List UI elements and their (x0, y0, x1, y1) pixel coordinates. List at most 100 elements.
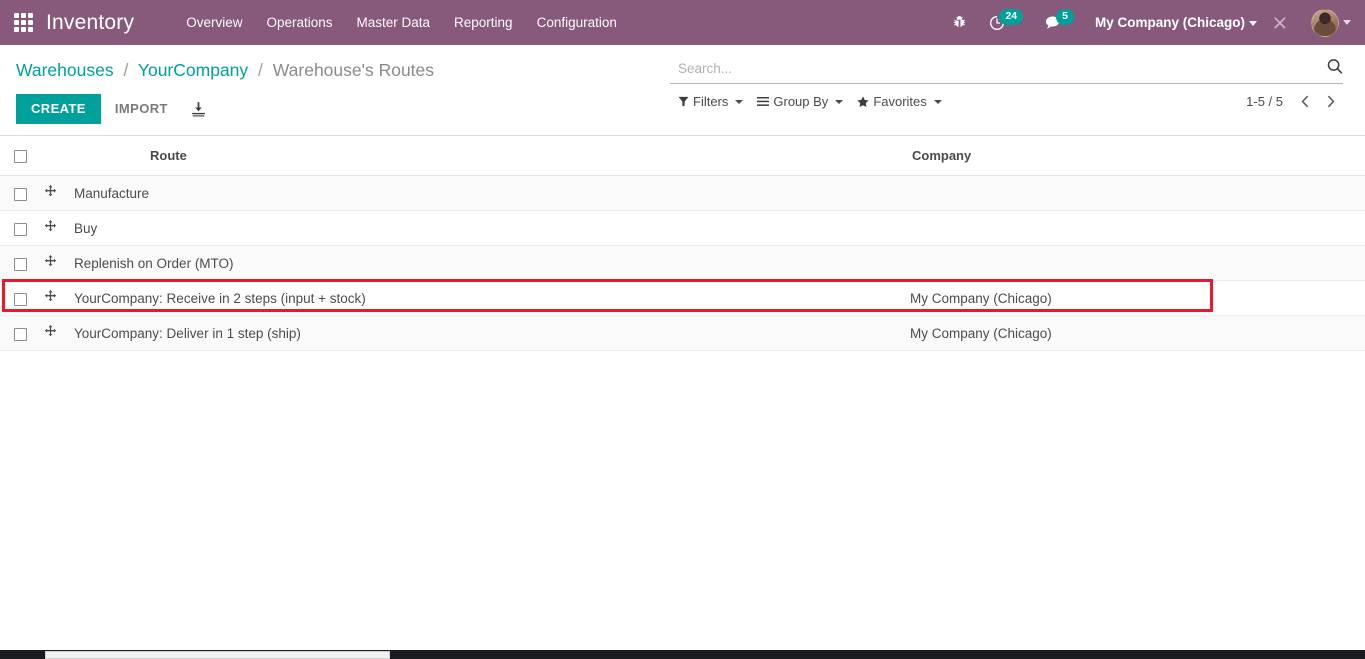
apps-grid-icon (13, 13, 33, 32)
row-select-cell (0, 210, 44, 247)
drag-handle-icon[interactable] (44, 325, 57, 338)
developer-tools-button[interactable] (1261, 0, 1299, 45)
horizontal-scrollbar-thumb[interactable] (45, 651, 390, 659)
row-select-cell (0, 280, 44, 317)
activities-count-badge: 24 (999, 8, 1024, 25)
company-switcher-label: My Company (Chicago) (1094, 15, 1245, 30)
pager-previous-button[interactable] (1293, 93, 1318, 110)
company-cell: My Company (Chicago) (910, 280, 1365, 317)
page-root: Inventory Overview Operations Master Dat… (0, 0, 1365, 659)
drag-handle-icon[interactable] (44, 185, 57, 198)
create-button[interactable]: CREATE (16, 94, 101, 124)
row-checkbox[interactable] (14, 222, 27, 236)
chevron-down-icon (735, 99, 744, 104)
table-row[interactable]: Buy (0, 210, 1365, 247)
download-export-icon (191, 101, 205, 117)
pager: 1-5 / 5 (1246, 93, 1343, 110)
select-all-checkbox[interactable] (14, 150, 27, 164)
pager-next-button[interactable] (1318, 93, 1343, 110)
chevron-down-icon (1343, 20, 1351, 25)
table-row[interactable]: YourCompany: Deliver in 1 step (ship) My… (0, 315, 1365, 352)
table-row[interactable]: Replenish on Order (MTO) (0, 245, 1365, 282)
route-name-cell: Buy (74, 210, 910, 247)
company-cell: My Company (Chicago) (910, 315, 1365, 352)
table-header-row: Route Company (0, 136, 1365, 177)
control-panel-right: Filters Group By (670, 45, 1365, 119)
debug-bug-button[interactable] (941, 0, 978, 45)
menu-item-reporting[interactable]: Reporting (442, 9, 525, 36)
tools-wrench-screwdriver-icon (1274, 16, 1286, 28)
company-switcher-button[interactable]: My Company (Chicago) (1085, 15, 1261, 30)
search-bar (670, 45, 1343, 84)
table-row[interactable]: Manufacture (0, 175, 1365, 212)
select-all-cell (0, 136, 44, 177)
top-navbar: Inventory Overview Operations Master Dat… (0, 0, 1365, 45)
menu-item-master-data[interactable]: Master Data (345, 9, 443, 36)
drag-handle-icon[interactable] (44, 255, 57, 268)
chevron-down-icon (1249, 20, 1257, 26)
apps-menu-button[interactable] (0, 0, 46, 45)
app-brand-title[interactable]: Inventory (46, 11, 134, 35)
row-select-cell (0, 175, 44, 212)
column-header-company[interactable]: Company (910, 136, 1365, 177)
filters-dropdown[interactable]: Filters (678, 94, 744, 109)
row-checkbox[interactable] (14, 257, 27, 271)
pager-value: 1-5 / 5 (1246, 94, 1283, 109)
activities-button[interactable]: 24 (978, 0, 1034, 45)
routes-table: Route Company Manufacture Buy Replenish … (0, 136, 1365, 352)
column-header-route[interactable]: Route (74, 136, 910, 177)
row-handle-cell (44, 315, 74, 352)
route-name-cell: Replenish on Order (MTO) (74, 245, 910, 282)
company-cell (910, 210, 1365, 247)
messages-count-badge: 5 (1056, 8, 1074, 25)
row-checkbox[interactable] (14, 327, 27, 341)
handle-header-cell (44, 136, 74, 177)
table-row-highlighted[interactable]: YourCompany: Receive in 2 steps (input +… (0, 280, 1365, 317)
main-menu: Overview Operations Master Data Reportin… (174, 9, 629, 36)
row-select-cell (0, 245, 44, 282)
import-button[interactable]: IMPORT (101, 94, 182, 124)
search-button[interactable] (1326, 58, 1343, 80)
chevron-left-icon (1301, 95, 1309, 108)
drag-handle-icon[interactable] (44, 220, 57, 233)
route-name-cell: YourCompany: Receive in 2 steps (input +… (74, 280, 910, 317)
group-by-label: Group By (773, 94, 829, 109)
search-icon (1327, 59, 1343, 74)
horizontal-scrollbar[interactable] (0, 650, 1365, 659)
search-options-row: Filters Group By Favorites 1-5 / 5 (670, 84, 1343, 119)
bug-icon (954, 15, 966, 27)
messages-button[interactable]: 5 (1034, 0, 1085, 45)
chevron-down-icon (933, 99, 942, 104)
drag-handle-icon[interactable] (44, 290, 57, 303)
table-body: Manufacture Buy Replenish on Order (MTO)… (0, 175, 1365, 352)
breadcrumb-separator: / (258, 60, 263, 80)
company-cell (910, 245, 1365, 282)
breadcrumb-item-yourcompany[interactable]: YourCompany (138, 60, 248, 80)
menu-item-operations[interactable]: Operations (254, 9, 344, 36)
menu-item-overview[interactable]: Overview (174, 9, 254, 36)
content-area: Route Company Manufacture Buy Replenish … (0, 136, 1365, 650)
action-buttons: CREATE IMPORT (16, 82, 670, 135)
row-checkbox[interactable] (14, 292, 27, 306)
search-input[interactable] (670, 59, 1343, 79)
route-name-cell: YourCompany: Deliver in 1 step (ship) (74, 315, 910, 352)
breadcrumb-item-warehouses[interactable]: Warehouses (16, 60, 114, 80)
row-handle-cell (44, 245, 74, 282)
routes-list: Route Company Manufacture Buy Replenish … (0, 136, 1365, 352)
breadcrumb: Warehouses / YourCompany / Warehouse's R… (16, 45, 670, 82)
group-by-dropdown[interactable]: Group By (757, 94, 844, 109)
row-handle-cell (44, 175, 74, 212)
export-download-button[interactable] (182, 97, 215, 122)
navbar-right-tools: 24 5 My Company (Chicago) (941, 0, 1355, 45)
breadcrumb-item-warehouses-routes: Warehouse's Routes (272, 60, 435, 80)
user-menu-button[interactable] (1299, 8, 1355, 37)
menu-item-configuration[interactable]: Configuration (525, 9, 629, 36)
favorites-dropdown[interactable]: Favorites (857, 94, 942, 109)
breadcrumb-separator: / (123, 60, 129, 80)
row-checkbox[interactable] (14, 187, 27, 201)
favorites-label: Favorites (873, 94, 927, 109)
star-icon (857, 95, 869, 107)
row-select-cell (0, 315, 44, 352)
company-cell (910, 175, 1365, 212)
filters-label: Filters (693, 94, 729, 109)
